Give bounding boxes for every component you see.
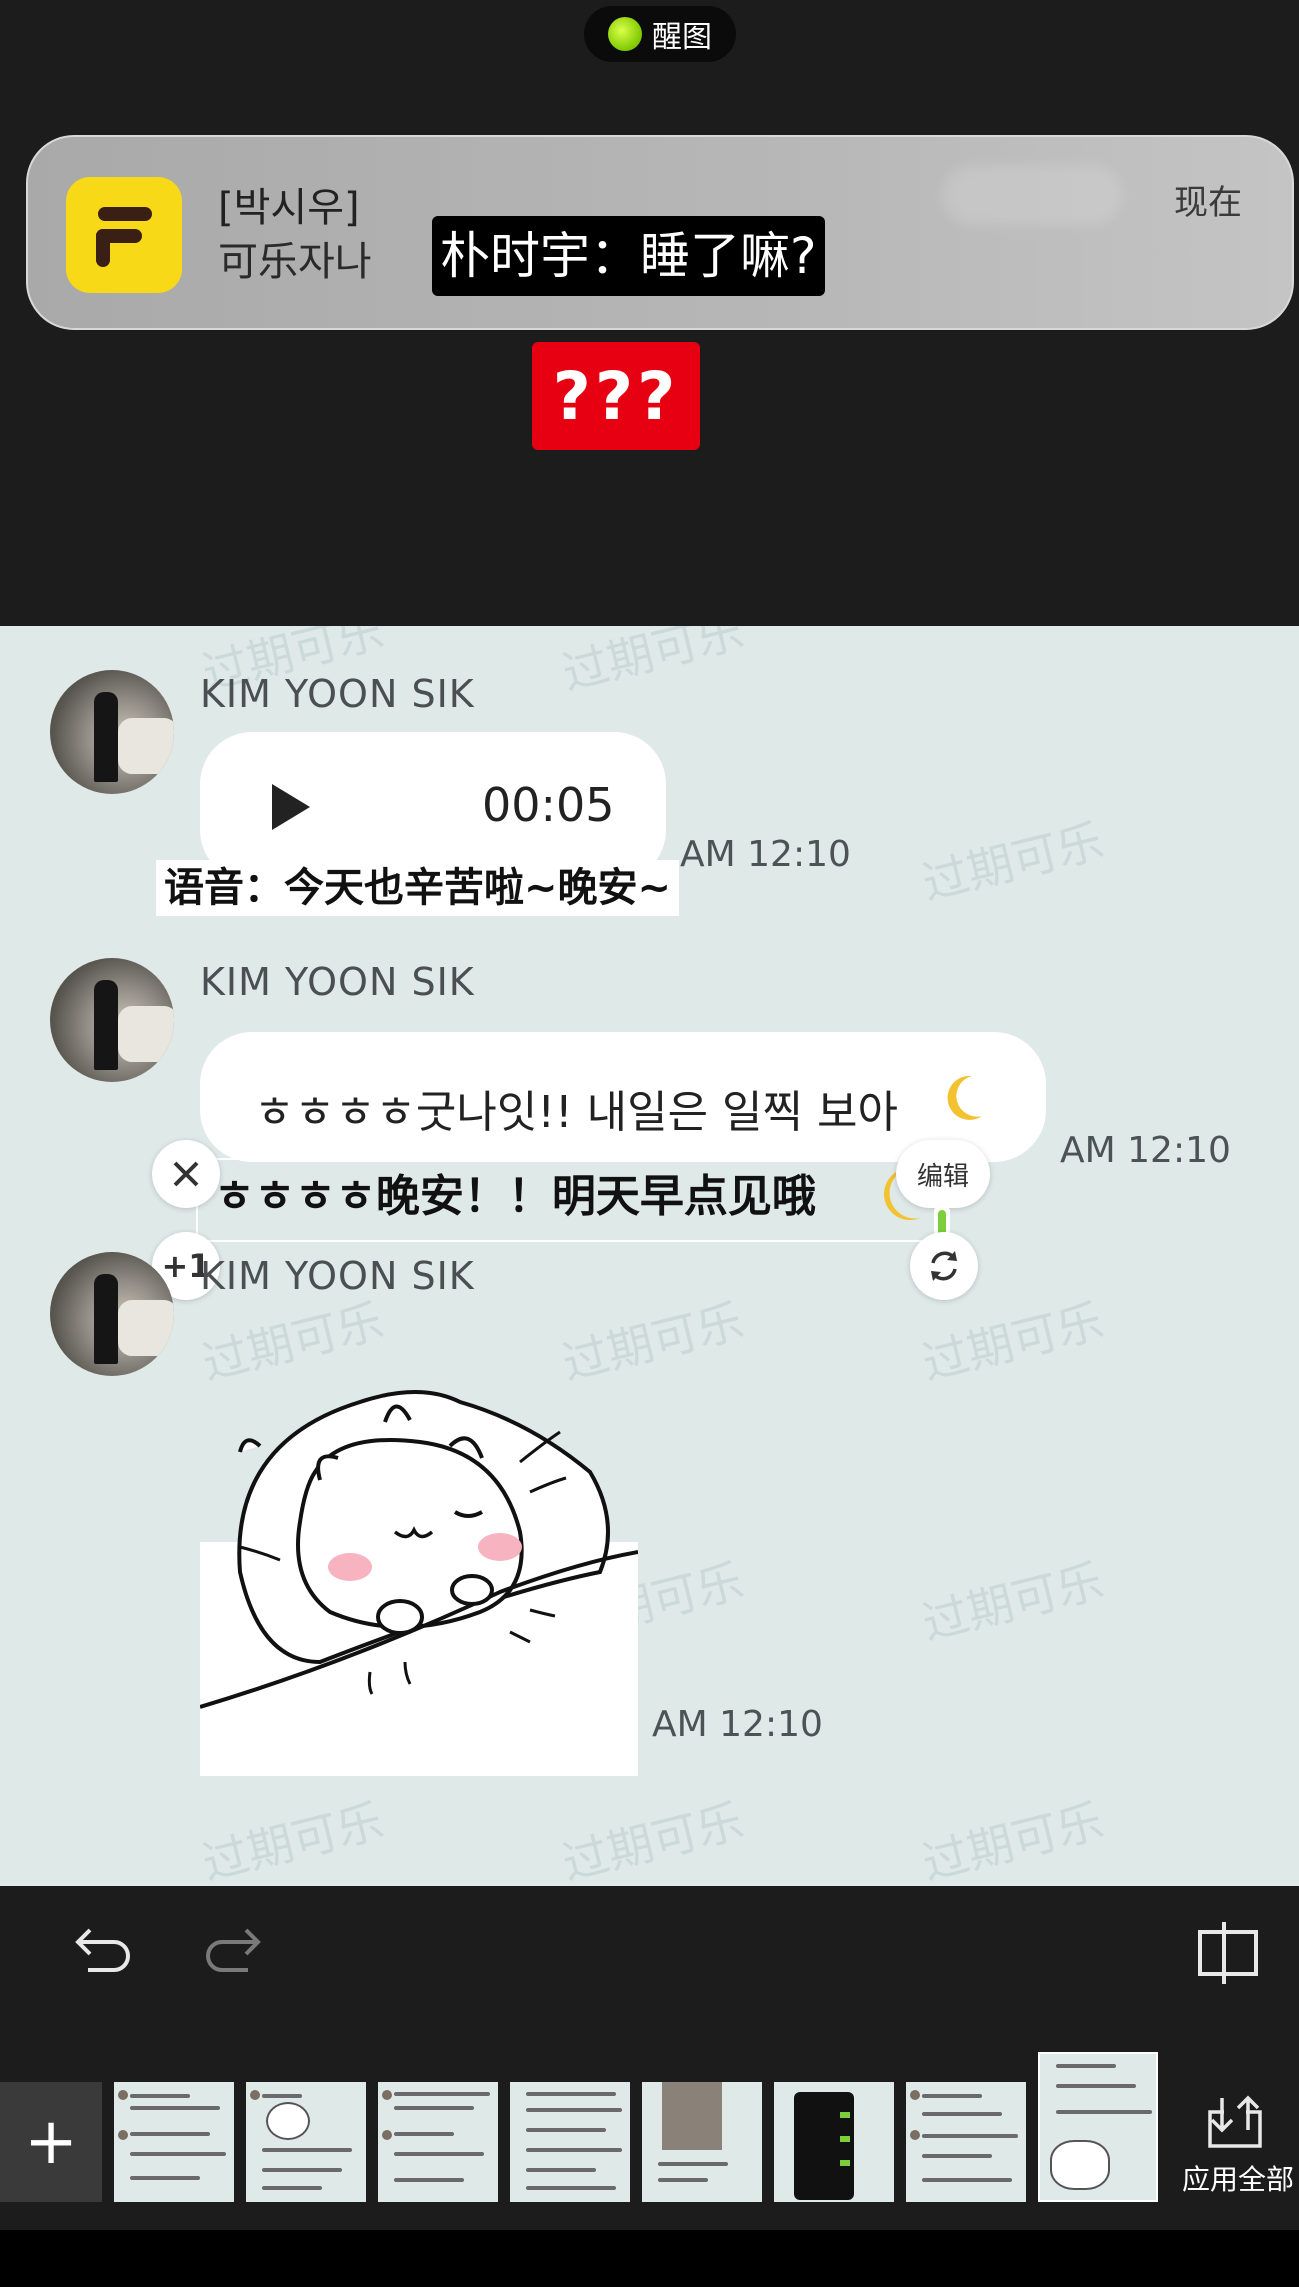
notification-title: [박시우] — [218, 185, 360, 231]
watermark: 过期可乐 — [556, 626, 749, 701]
image-thumbnail[interactable] — [774, 2082, 894, 2202]
watermark: 过期可乐 — [556, 1793, 749, 1886]
avatar[interactable] — [50, 670, 174, 794]
avatar[interactable] — [50, 1252, 174, 1376]
image-thumbnail[interactable] — [510, 2082, 630, 2202]
watermark: 过期可乐 — [916, 1293, 1109, 1391]
bottom-strip — [0, 2230, 1299, 2287]
translation-caption[interactable]: 语音：今天也辛苦啦~晚安~ — [156, 860, 680, 916]
image-thumbnail[interactable] — [642, 2082, 762, 2202]
watermark: 过期可乐 — [916, 1553, 1109, 1651]
message-text: ㅎㅎㅎㅎ굿나잇!! 내일은 일찍 보아 — [254, 1087, 898, 1138]
voice-duration: 00:05 — [482, 778, 615, 832]
moon-icon — [947, 1075, 982, 1120]
app-badge: 醒图 — [584, 6, 736, 62]
message-time: AM 12:10 — [652, 1704, 823, 1745]
play-icon[interactable] — [268, 782, 312, 832]
compare-icon[interactable] — [1196, 1918, 1262, 1988]
sender-name: KIM YOON SIK — [200, 960, 475, 1004]
blurred-area — [942, 165, 1122, 225]
chat-area: 过期可乐 过期可乐 过期可乐 过期可乐 过期可乐 过期可乐 过期可乐 过期可乐 … — [0, 626, 1299, 1886]
image-thumbnail[interactable] — [114, 2082, 234, 2202]
watermark: 过期可乐 — [916, 1793, 1109, 1886]
refresh-icon — [931, 1251, 957, 1281]
notification-overlay-text[interactable]: 朴时宇：睡了嘛? — [432, 216, 825, 296]
undo-icon[interactable] — [70, 1920, 132, 1982]
message-time: AM 12:10 — [680, 834, 851, 875]
apply-all-icon[interactable] — [1200, 2094, 1270, 2152]
translation-caption[interactable]: ㅎㅎㅎㅎ晚安！！明天早点见哦 — [206, 1162, 824, 1232]
redo-icon[interactable] — [204, 1920, 266, 1982]
app-badge-label: 醒图 — [652, 20, 712, 55]
edit-button[interactable]: 编辑 — [896, 1140, 990, 1208]
sender-name: KIM YOON SIK — [200, 1254, 475, 1298]
apply-all-label[interactable]: 应用全部 — [1182, 2158, 1294, 2198]
question-sticker[interactable]: ??? — [532, 342, 700, 450]
watermark: 过期可乐 — [916, 813, 1109, 911]
status-dot-icon — [608, 17, 642, 51]
image-thumbnail[interactable] — [906, 2082, 1026, 2202]
sender-name: KIM YOON SIK — [200, 672, 475, 716]
add-image-button[interactable]: + — [0, 2082, 102, 2202]
app-icon — [66, 177, 182, 293]
watermark: 过期可乐 — [196, 1793, 389, 1886]
image-thumbnail[interactable] — [378, 2082, 498, 2202]
close-icon — [173, 1161, 199, 1187]
rotate-button[interactable] — [910, 1232, 978, 1300]
sleeping-cat-sticker[interactable] — [199, 1362, 639, 1776]
close-button[interactable] — [152, 1140, 220, 1208]
notification-time: 现在 — [1174, 183, 1242, 223]
notification-subtitle: 可乐자나 — [218, 239, 372, 285]
image-thumbnail-selected[interactable] — [1038, 2052, 1158, 2202]
notification-banner[interactable]: [박시우] 可乐자나 现在 朴时宇：睡了嘛? — [26, 135, 1294, 330]
image-thumbnail[interactable] — [246, 2082, 366, 2202]
avatar[interactable] — [50, 958, 174, 1082]
message-time: AM 12:10 — [1060, 1130, 1231, 1171]
